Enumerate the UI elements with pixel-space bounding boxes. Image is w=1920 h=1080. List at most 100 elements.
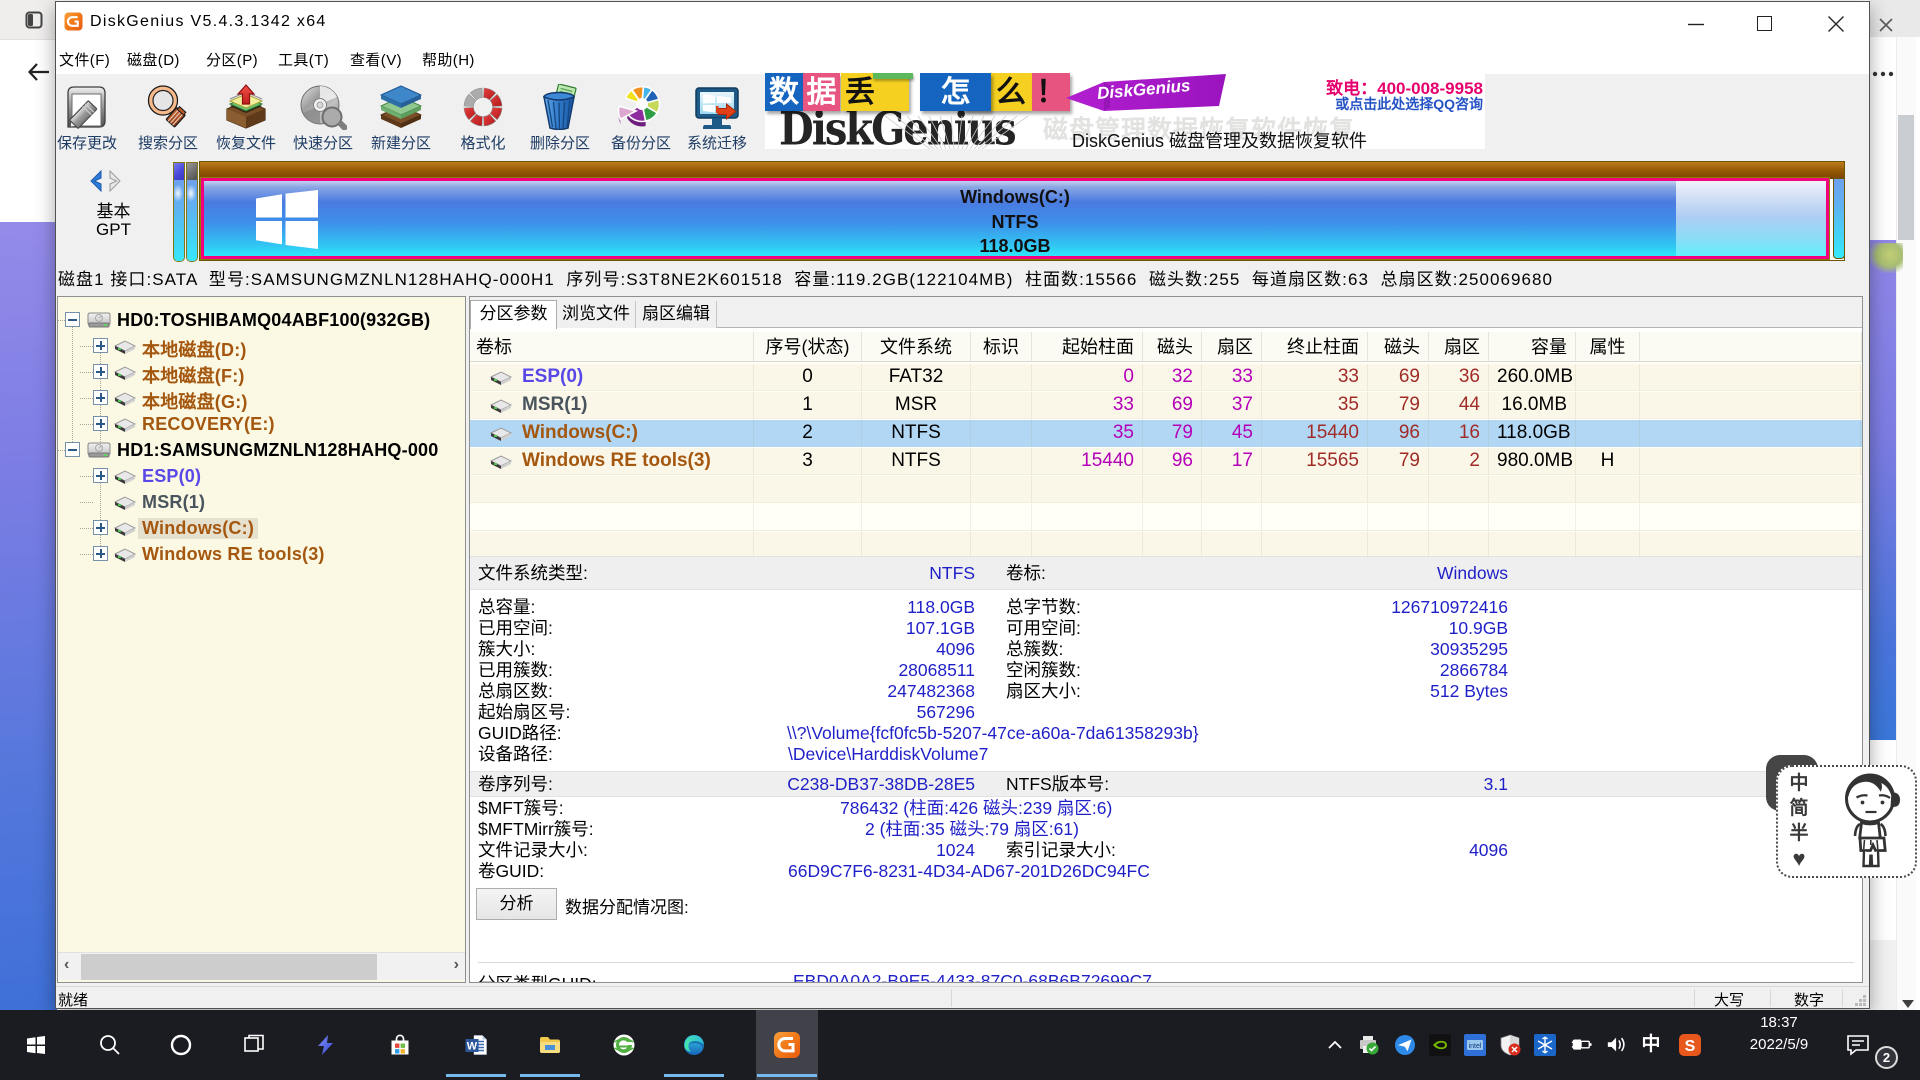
column-header-volume[interactable]: 卷标 [470, 332, 754, 362]
ie-icon[interactable] [612, 1033, 636, 1057]
tray-snowflake-icon[interactable] [1534, 1034, 1556, 1056]
table-row-Windows(C:)[interactable]: Windows(C:)2NTFS357945154409616118.0GB [470, 420, 1862, 447]
tree-item-Windows(C:)[interactable]: Windows(C:) [58, 515, 463, 541]
explorer-icon[interactable] [538, 1033, 562, 1057]
minibar-msr[interactable] [186, 162, 198, 262]
expand-box[interactable] [93, 520, 108, 535]
ad-banner[interactable]: 磁盘管理数据恢复软件恢复 DiskGenius 数据丢么怎！ DiskGeniu… [765, 70, 1485, 149]
table-row-MSR(1)[interactable]: MSR(1)1MSR33693735794416.0MB [470, 392, 1862, 419]
store-icon[interactable] [388, 1033, 412, 1057]
table-row-ESP(0)[interactable]: ESP(0)0FAT3203233336936260.0MB [470, 364, 1862, 391]
column-header-end-cyl[interactable]: 终止柱面 [1262, 332, 1368, 362]
tab-扇区编辑[interactable]: 扇区编辑 [636, 301, 717, 328]
column-header-end-sector[interactable]: 扇区 [1429, 332, 1489, 362]
toolbar-button-删除分区[interactable]: 删除分区 [522, 80, 598, 150]
minibar-esp[interactable] [173, 162, 185, 262]
background-more-icon[interactable] [1871, 70, 1895, 78]
tree-item-本地磁盘(D:)[interactable]: 本地磁盘(D:) [58, 333, 463, 359]
sticker-heart: ♥ [1788, 846, 1810, 871]
back-arrow-icon[interactable] [27, 60, 51, 84]
tray-nvidia-icon[interactable] [1429, 1034, 1451, 1056]
expand-box[interactable] [93, 468, 108, 483]
tab-浏览文件[interactable]: 浏览文件 [557, 301, 636, 328]
menu-item-5[interactable]: 查看(V) [350, 49, 402, 73]
column-header-start-head[interactable]: 磁头 [1143, 332, 1202, 362]
toolbar-button-备份分区[interactable]: 备份分区 [603, 80, 679, 150]
tree-item-本地磁盘(G:)[interactable]: 本地磁盘(G:) [58, 385, 463, 411]
collapse-box[interactable] [65, 312, 80, 327]
menu-item-4[interactable]: 工具(T) [278, 49, 329, 73]
expand-box[interactable] [93, 390, 108, 405]
maximize-icon[interactable] [1757, 16, 1772, 31]
menu-item-1[interactable]: 文件(F) [59, 49, 110, 73]
task-view-icon[interactable] [242, 1033, 266, 1057]
collapse-box[interactable] [65, 442, 80, 457]
column-header-capacity[interactable]: 容量 [1489, 332, 1576, 362]
toolbar-button-搜索分区[interactable]: 搜索分区 [130, 80, 206, 150]
toolbar-button-快速分区[interactable]: 快速分区 [285, 80, 361, 150]
tray-defender-icon[interactable] [1499, 1034, 1521, 1056]
edge-icon[interactable] [682, 1033, 706, 1057]
tree-item-RECOVERY(E:)[interactable]: RECOVERY(E:) [58, 411, 463, 437]
diskgenius-taskbar-icon[interactable] [773, 1031, 801, 1059]
tree-hscrollbar-thumb[interactable] [81, 954, 377, 980]
menu-item-2[interactable]: 磁盘(D) [127, 49, 180, 73]
column-header-end-head[interactable]: 磁头 [1368, 332, 1429, 362]
tree-item-MSR(1)[interactable]: MSR(1) [58, 489, 463, 515]
tree-item-HD0:TOSHIBAMQ04ABF100(932GB)[interactable]: HD0:TOSHIBAMQ04ABF100(932GB) [58, 307, 463, 333]
tree-item-Windows RE tools(3)[interactable]: Windows RE tools(3) [58, 541, 463, 567]
toolbar-button-系统迁移[interactable]: 系统迁移 [679, 80, 755, 150]
expand-box[interactable] [93, 364, 108, 379]
bolt-app-icon[interactable] [314, 1033, 338, 1057]
toolbar-button-新建分区[interactable]: 新建分区 [363, 80, 439, 150]
taskbar-clock[interactable]: 18:372022/5/9 [1729, 1012, 1829, 1056]
partition-bar-re[interactable] [1833, 178, 1845, 259]
resize-grip[interactable] [1854, 994, 1867, 1007]
analyze-button[interactable]: 分析 [476, 888, 557, 920]
expand-box[interactable] [93, 338, 108, 353]
column-header-start-cyl[interactable]: 起始柱面 [1032, 332, 1143, 362]
column-header-attr[interactable]: 属性 [1576, 332, 1640, 362]
minimize-icon[interactable] [1688, 23, 1704, 26]
tree-item-ESP(0)[interactable]: ESP(0) [58, 463, 463, 489]
cortana-icon[interactable] [169, 1033, 193, 1057]
toolbar-button-格式化[interactable]: 格式化 [445, 80, 521, 150]
scroll-left-icon[interactable]: ‹ [64, 956, 69, 974]
tree-item-HD1:SAMSUNGMZNLN128HAHQ-000[interactable]: HD1:SAMSUNGMZNLN128HAHQ-000 [58, 437, 463, 463]
tray-power-icon[interactable] [1570, 1034, 1592, 1056]
tab-分区参数[interactable]: 分区参数 [470, 300, 557, 329]
scroll-right-icon[interactable]: › [454, 956, 459, 974]
tree-item-本地磁盘(F:)[interactable]: 本地磁盘(F:) [58, 359, 463, 385]
disk-nav-arrows[interactable] [86, 170, 128, 192]
column-header-start-sector[interactable]: 扇区 [1202, 332, 1262, 362]
background-scroll-down-icon[interactable] [1901, 999, 1915, 1010]
tray-speaker-icon[interactable] [1606, 1034, 1628, 1056]
tray-chevron-icon[interactable] [1327, 1037, 1343, 1053]
close-icon[interactable] [1828, 16, 1844, 32]
expand-box[interactable] [93, 416, 108, 431]
start-icon[interactable] [24, 1033, 48, 1057]
tray-printer-icon[interactable] [1358, 1034, 1380, 1056]
menu-item-3[interactable]: 分区(P) [206, 49, 258, 73]
tray-plane-icon[interactable] [1394, 1034, 1416, 1056]
titlebar[interactable]: DiskGenius V5.4.3.1342 x64 [56, 2, 1869, 46]
tray-intel-icon[interactable]: intel [1464, 1034, 1486, 1056]
partition-bar-c[interactable]: Windows(C:)NTFS118.0GB [201, 178, 1829, 259]
column-header-index[interactable]: 序号(状态) [754, 332, 862, 362]
column-header-filesystem[interactable]: 文件系统 [862, 332, 971, 362]
tray-ime-icon[interactable]: 中 [1640, 1034, 1662, 1056]
background-close-icon[interactable] [1877, 16, 1895, 34]
toolbar-button-保存更改[interactable]: 保存更改 [49, 80, 125, 150]
notification-icon[interactable] [1845, 1032, 1871, 1056]
menu-item-6[interactable]: 帮助(H) [422, 49, 475, 73]
table-row-Windows RE tools(3)[interactable]: Windows RE tools(3)3NTFS1544096171556579… [470, 448, 1862, 475]
search-icon[interactable] [98, 1033, 122, 1057]
tree-hscrollbar[interactable]: ‹ › [58, 952, 465, 980]
tray-sogou-icon[interactable]: S [1679, 1034, 1701, 1056]
expand-box[interactable] [93, 546, 108, 561]
word-icon[interactable]: W [464, 1033, 488, 1057]
column-header-flag[interactable]: 标识 [971, 332, 1032, 362]
background-scrollbar-thumb[interactable] [1898, 115, 1914, 240]
toolbar-button-恢复文件[interactable]: 恢复文件 [208, 80, 284, 150]
detail-value: 126710972416 [1006, 597, 1508, 618]
